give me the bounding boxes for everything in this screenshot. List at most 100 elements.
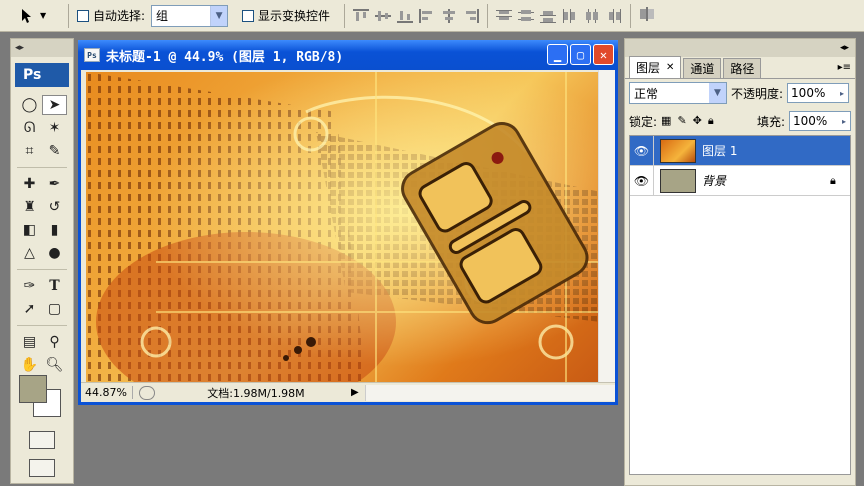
document-statusbar: 44.87% 文档:1.98M/1.98M ▶ (81, 382, 615, 402)
blur-tool-icon[interactable]: △ (17, 243, 42, 263)
panel-menu-icon[interactable]: ▸≡ (838, 62, 851, 73)
distribute-top-icon[interactable] (496, 9, 513, 23)
separator (344, 3, 346, 28)
tab-paths[interactable]: 路径 (723, 58, 762, 78)
distribute-right-icon[interactable] (606, 8, 622, 23)
screen-mode-icon[interactable] (29, 459, 55, 477)
zoom-tool-icon[interactable]: 🔍︎ (42, 355, 67, 375)
marquee-tool-icon[interactable]: ◯ (17, 95, 42, 115)
align-right-icon[interactable] (463, 8, 480, 23)
vertical-scrollbar[interactable] (598, 70, 615, 383)
opacity-field[interactable]: 100% ▸ (787, 83, 850, 103)
tab-layers[interactable]: 图层 ✕ (629, 56, 682, 78)
close-icon[interactable]: ✕ (666, 62, 674, 73)
gradient-tool-icon[interactable]: ▮ (42, 220, 67, 240)
brush-tool-icon[interactable]: ✒ (42, 174, 67, 194)
show-transform-label: 显示变换控件 (258, 9, 331, 23)
chevron-right-icon[interactable]: ▸ (838, 117, 850, 126)
distribute-bottom-icon[interactable] (540, 9, 557, 23)
move-tool-icon[interactable]: ➤ (42, 95, 67, 115)
status-menu-arrow-icon[interactable]: ▶ (351, 387, 365, 398)
foreground-color-swatch[interactable] (19, 375, 47, 403)
tab-channels[interactable]: 通道 (683, 58, 722, 78)
opacity-value: 100% (791, 86, 826, 100)
separator (17, 269, 67, 270)
align-hcenter-icon[interactable] (441, 8, 457, 23)
dodge-tool-icon[interactable]: ● (42, 243, 67, 263)
blend-mode-dropdown[interactable]: 正常 ▼ (629, 82, 727, 104)
chevron-right-icon[interactable]: ▸ (836, 89, 848, 98)
lock-options: ▦ ✎ ✥ 🔒︎ (661, 114, 714, 128)
lock-icon: 🔒︎ (830, 173, 836, 187)
toolbox: ◂▸ Ps ◯ ➤ ᘏ ✶ ⌗ ✎ ✚ ✒ ♜ ↺ ◧ ▮ △ ● ✑ T ➚ … (10, 38, 74, 484)
separator (630, 3, 632, 28)
minimize-button[interactable]: ▁ (547, 44, 568, 65)
zoom-level[interactable]: 44.87% (81, 386, 133, 399)
layer-thumbnail (660, 138, 696, 163)
layer-row[interactable]: 👁︎ 图层 1 (630, 135, 850, 166)
healing-brush-tool-icon[interactable]: ✚ (17, 174, 42, 194)
move-tool-icon (22, 8, 31, 23)
tool-preset-picker[interactable]: ▼ (20, 4, 60, 28)
window-buttons: ▁ ▢ ✕ (547, 44, 614, 65)
align-left-icon[interactable] (419, 8, 435, 23)
show-transform-checkbox[interactable] (242, 9, 255, 22)
panel-grip[interactable]: ◂▸ (625, 39, 855, 57)
fill-field[interactable]: 100% ▸ (789, 111, 851, 131)
lock-all-icon[interactable]: 🔒︎ (708, 114, 714, 128)
panel-tabs: 图层 ✕ 通道 路径 ▸≡ (625, 56, 855, 79)
lock-position-icon[interactable]: ✥ (693, 114, 702, 128)
tab-channels-label: 通道 (690, 62, 715, 76)
notes-tool-icon[interactable]: ▤ (17, 332, 42, 352)
history-brush-tool-icon[interactable]: ↺ (42, 197, 67, 217)
distribute-hcenter-icon[interactable] (584, 8, 600, 23)
clone-stamp-tool-icon[interactable]: ♜ (17, 197, 42, 217)
magic-wand-tool-icon[interactable]: ✶ (42, 118, 67, 138)
fill-label: 填充: (756, 114, 785, 129)
lock-image-icon[interactable]: ✎ (677, 114, 686, 128)
path-selection-tool-icon[interactable]: ➚ (17, 299, 42, 319)
status-info-icon[interactable] (139, 385, 155, 400)
align-top-icon[interactable] (353, 8, 370, 23)
hand-tool-icon[interactable]: ✋ (17, 355, 42, 375)
separator (17, 325, 67, 326)
lasso-tool-icon[interactable]: ᘏ (17, 118, 42, 138)
align-vcenter-icon[interactable] (375, 9, 392, 23)
layer-name: 背景 (702, 174, 727, 188)
eye-icon[interactable]: 👁︎ (630, 165, 654, 196)
slice-tool-icon[interactable]: ✎ (42, 141, 67, 161)
tab-layers-label: 图层 (636, 61, 661, 75)
lock-transparent-icon[interactable]: ▦ (661, 114, 671, 128)
eyedropper-tool-icon[interactable]: ⚲ (42, 332, 67, 352)
chevron-down-icon: ▼ (210, 5, 228, 26)
auto-select-checkbox[interactable] (77, 9, 89, 22)
quick-mask-icon[interactable] (29, 431, 55, 449)
separator (68, 3, 69, 28)
horizontal-scrollbar[interactable] (365, 384, 615, 401)
type-tool-icon[interactable]: T (42, 276, 67, 296)
layer-row[interactable]: 👁︎ 背景 🔒︎ (630, 165, 850, 196)
auto-select-label: 自动选择: (93, 9, 146, 23)
eye-icon[interactable]: 👁︎ (630, 135, 654, 166)
document-canvas[interactable] (86, 72, 601, 382)
canvas-artwork (86, 72, 601, 382)
pen-tool-icon[interactable]: ✑ (17, 276, 42, 296)
separator (487, 3, 489, 28)
close-button[interactable]: ✕ (593, 44, 614, 65)
toolbox-grip[interactable]: ◂▸ (11, 39, 73, 57)
shape-tool-icon[interactable]: ▢ (42, 299, 67, 319)
auto-align-icon[interactable] (639, 7, 655, 24)
eraser-tool-icon[interactable]: ◧ (17, 220, 42, 240)
crop-tool-icon[interactable]: ⌗ (17, 141, 42, 161)
fill-value: 100% (793, 114, 828, 128)
align-bottom-icon[interactable] (397, 9, 414, 23)
options-bar: ▼ 自动选择: 组 ▼ 显示变换控件 (0, 0, 864, 32)
document-titlebar[interactable]: Ps 未标题-1 @ 44.9% (图层 1, RGB/8) ▁ ▢ ✕ (78, 40, 618, 70)
maximize-button[interactable]: ▢ (570, 44, 591, 65)
layer-thumbnail (660, 168, 696, 193)
distribute-vcenter-icon[interactable] (518, 9, 535, 23)
document-info: 文档:1.98M/1.98M (207, 386, 305, 400)
distribute-left-icon[interactable] (562, 8, 578, 23)
auto-select-target-dropdown[interactable]: 组 ▼ (151, 4, 229, 27)
ps-logo[interactable]: Ps (15, 63, 69, 87)
